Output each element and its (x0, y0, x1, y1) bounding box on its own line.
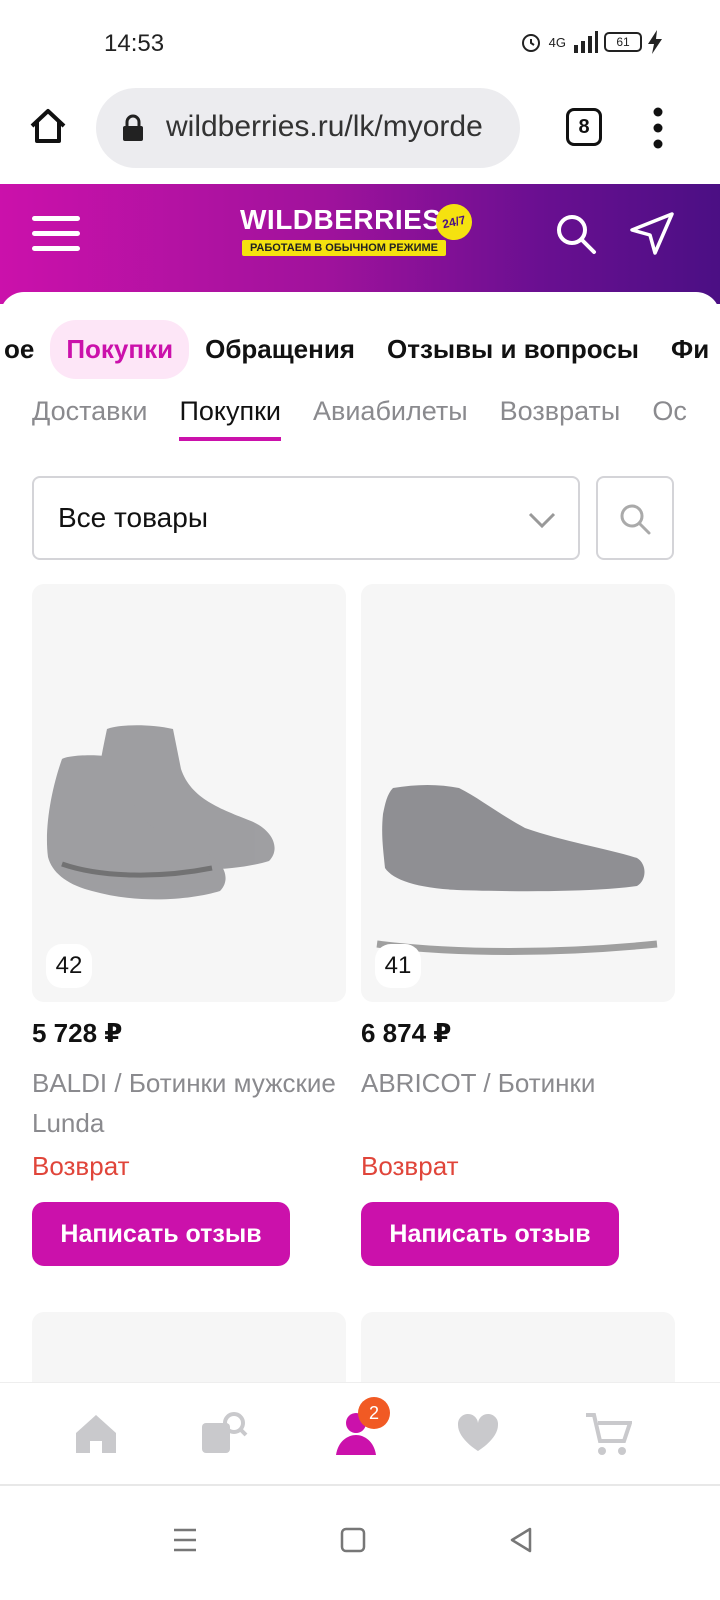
subtab-partial[interactable]: Ос (652, 396, 687, 441)
home-square-icon[interactable] (340, 1526, 366, 1554)
status-icons: 4G 61 (519, 30, 662, 54)
chevron-down-icon (528, 512, 556, 529)
recent-apps-icon[interactable] (172, 1526, 198, 1554)
bottom-navigation: 2 (0, 1382, 720, 1482)
back-icon[interactable] (508, 1526, 534, 1554)
lock-icon (123, 114, 143, 141)
product-title[interactable]: BALDI / Ботинки мужские Lunda (32, 1063, 346, 1143)
signal-icon (574, 31, 598, 53)
filter-selected-value: Все товары (58, 502, 208, 533)
tab-appeals[interactable]: Обращения (189, 320, 371, 379)
status-bar: 14:53 4G 61 (0, 0, 720, 88)
product-status: Возврат (361, 1151, 459, 1181)
more-options-icon[interactable] (652, 106, 664, 150)
home-icon[interactable] (28, 106, 68, 146)
subtab-flights[interactable]: Авиабилеты (313, 396, 468, 441)
product-image[interactable]: 41 (361, 584, 675, 1002)
search-icon[interactable] (552, 210, 600, 258)
address-bar[interactable]: wildberries.ru/lk/myorde (96, 88, 520, 168)
product-price: 5 728 ₽ (32, 1018, 123, 1048)
product-card-partial[interactable] (361, 1312, 675, 1382)
network-type: 4G (548, 34, 566, 50)
browser-toolbar: wildberries.ru/lk/myorde 8 (0, 88, 720, 184)
alarm-icon (521, 34, 540, 52)
size-badge: 41 (375, 944, 421, 988)
subtab-returns[interactable]: Возвраты (500, 396, 621, 441)
purchase-subtabs: Доставки Покупки Авиабилеты Возвраты Ос (32, 396, 687, 441)
wildberries-logo[interactable]: WILDBERRIES 24/7 РАБОТАЕМ В ОБЫЧНОМ РЕЖИ… (240, 200, 480, 264)
sneaker-boot-image (376, 785, 658, 955)
hamburger-menu-icon[interactable] (32, 216, 80, 256)
profile-tabs: ое Покупки Обращения Отзывы и вопросы Фи (0, 320, 720, 379)
filter-search-button[interactable] (596, 476, 674, 560)
profile-notification-badge: 2 (358, 1397, 390, 1429)
logo-tagline: РАБОТАЕМ В ОБЫЧНОМ РЕЖИМЕ (242, 240, 447, 256)
product-image[interactable]: 42 (32, 584, 346, 1002)
search-icon (620, 504, 651, 535)
subtab-purchases[interactable]: Покупки (179, 396, 281, 441)
product-status: Возврат (32, 1151, 130, 1181)
tab-partial-right[interactable]: Фи (655, 320, 720, 379)
catalog-search-icon[interactable] (200, 1409, 248, 1457)
boots-image (46, 725, 275, 900)
tab-switcher-button[interactable]: 8 (566, 108, 602, 146)
status-time: 14:53 (104, 30, 165, 57)
filter-dropdown[interactable]: Все товары (32, 476, 580, 560)
subtab-deliveries[interactable]: Доставки (32, 396, 147, 441)
product-title[interactable]: ABRICOT / Ботинки (361, 1063, 675, 1143)
write-review-button[interactable]: Написать отзыв (32, 1202, 290, 1266)
charging-icon (648, 30, 662, 54)
product-card-partial[interactable] (32, 1312, 346, 1382)
site-header: WILDBERRIES 24/7 РАБОТАЕМ В ОБЫЧНОМ РЕЖИ… (0, 184, 720, 304)
battery-icon: 61 (604, 32, 642, 52)
heart-icon[interactable] (454, 1409, 502, 1457)
size-badge: 42 (46, 944, 92, 988)
system-navigation-bar (0, 1484, 720, 1600)
home-icon[interactable] (72, 1409, 120, 1457)
tab-purchases[interactable]: Покупки (50, 320, 190, 379)
cart-icon[interactable] (584, 1409, 632, 1457)
url-text: wildberries.ru/lk/myorde (166, 110, 483, 143)
product-price: 6 874 ₽ (361, 1018, 452, 1048)
tab-reviews[interactable]: Отзывы и вопросы (371, 320, 655, 379)
write-review-button[interactable]: Написать отзыв (361, 1202, 619, 1266)
product-card[interactable]: 42 5 728 ₽ BALDI / Ботинки мужские Lunda… (32, 584, 346, 1266)
main-content: ое Покупки Обращения Отзывы и вопросы Фи… (0, 292, 720, 1382)
tab-partial-left[interactable]: ое (0, 320, 50, 379)
product-card[interactable]: 41 6 874 ₽ ABRICOT / Ботинки Возврат Нап… (361, 584, 675, 1266)
location-arrow-icon[interactable] (628, 210, 676, 258)
